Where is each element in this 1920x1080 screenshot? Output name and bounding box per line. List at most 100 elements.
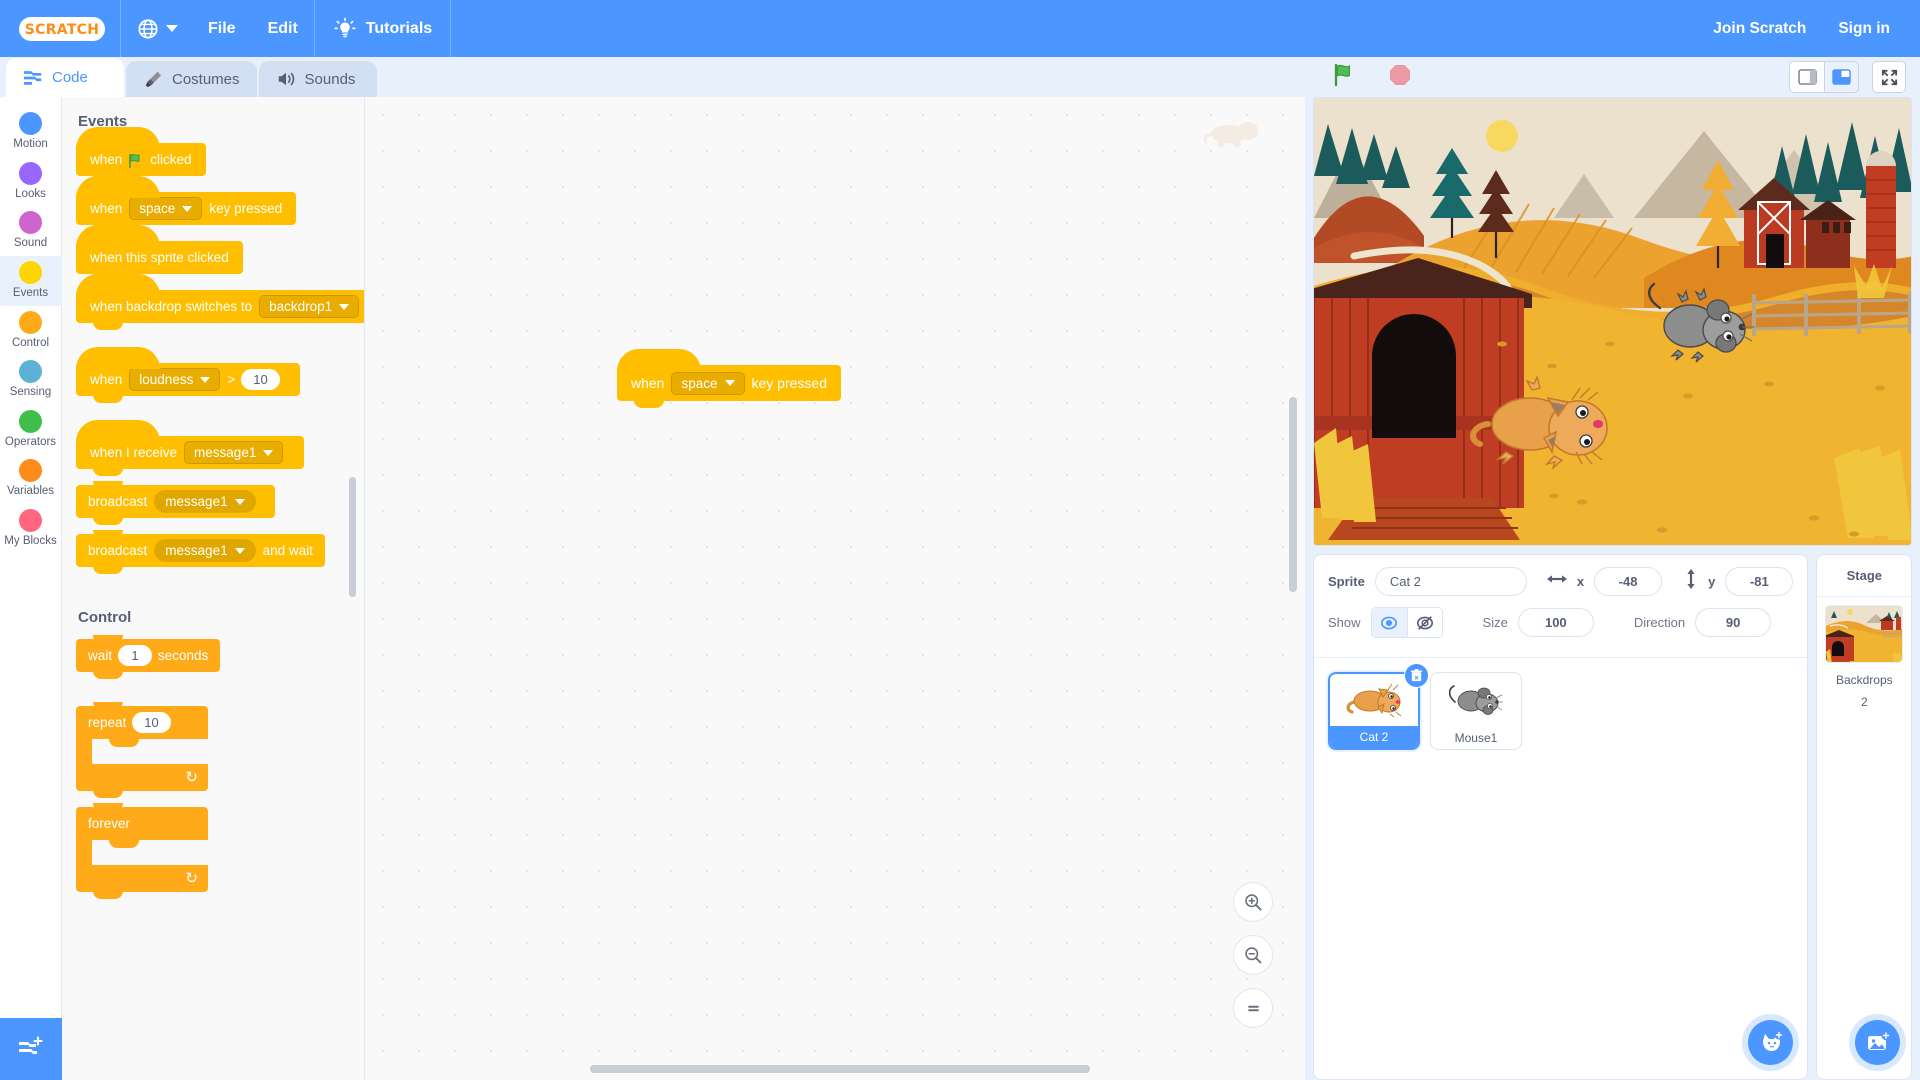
category-looks[interactable]: Looks: [0, 157, 62, 207]
workspace-horizontal-scrollbar[interactable]: [590, 1065, 1090, 1073]
stage-backdrop-farm: [1314, 98, 1911, 545]
x-input[interactable]: -48: [1594, 567, 1663, 596]
palette-block-when-loudness[interactable]: when loudness > 10: [76, 347, 300, 403]
tutorials-button[interactable]: Tutorials: [315, 0, 450, 57]
language-selector[interactable]: [121, 0, 192, 57]
sprite-card-cat-2-label: Cat 2: [1330, 726, 1418, 748]
palette-block-wait-seconds[interactable]: wait 1 seconds: [76, 635, 221, 679]
join-scratch-button[interactable]: Join Scratch: [1697, 0, 1822, 57]
palette-block-when-i-receive[interactable]: when I receive message1: [76, 420, 305, 476]
small-stage-button[interactable]: [1790, 62, 1824, 92]
code-workspace[interactable]: when space key pressed: [365, 97, 1305, 1080]
category-sensing[interactable]: Sensing: [0, 355, 62, 405]
wait-seconds-input[interactable]: 1: [118, 645, 153, 666]
repeat-count-input[interactable]: 10: [132, 712, 171, 733]
workspace-vertical-scrollbar[interactable]: [1289, 397, 1297, 592]
tab-code[interactable]: Code: [6, 58, 124, 97]
category-variables[interactable]: Variables: [0, 454, 62, 504]
large-stage-button[interactable]: [1824, 62, 1858, 92]
ws-key-dropdown-value: space: [681, 375, 718, 391]
stage-thumbnail[interactable]: [1825, 605, 1904, 663]
control-color-dot: [19, 310, 42, 334]
loop-arrow-icon: ↻: [185, 870, 198, 887]
y-input[interactable]: -81: [1725, 567, 1794, 596]
palette-block-when-key-pressed[interactable]: when space key pressed: [76, 176, 297, 232]
stop-button[interactable]: [1387, 62, 1413, 93]
ws-when-pre: when: [631, 375, 665, 391]
loudness-dropdown[interactable]: loudness: [129, 368, 221, 391]
x-label: x: [1576, 574, 1585, 589]
sprite-info-row-2: Show Size 100 Direction 90: [1328, 607, 1793, 638]
message-dropdown[interactable]: message1: [184, 441, 284, 464]
palette-block-when-backdrop-switches[interactable]: when backdrop switches to backdrop1: [76, 274, 364, 330]
horizontal-arrow-icon: [1546, 572, 1567, 591]
menu-divider-3: [450, 0, 452, 57]
add-backdrop-button[interactable]: [1855, 1020, 1901, 1065]
zoom-reset-button[interactable]: [1233, 988, 1273, 1028]
palette-block-broadcast[interactable]: broadcast message1: [76, 481, 275, 525]
workspace-block-body[interactable]: when space key pressed: [617, 349, 841, 408]
key-dropdown-value: space: [139, 201, 176, 216]
zoom-in-button[interactable]: [1233, 882, 1273, 922]
hide-sprite-button[interactable]: [1406, 608, 1442, 637]
when-flag-post: clicked: [150, 152, 192, 167]
workspace-script-when-key-pressed[interactable]: when space key pressed: [617, 349, 841, 408]
loudness-threshold-input[interactable]: 10: [241, 369, 280, 390]
trash-delete-icon: x: [1410, 668, 1423, 681]
stage-size-button-group: [1789, 61, 1859, 93]
scratch-logo[interactable]: SCRATCH: [18, 11, 106, 47]
backdrop-switch-pre: when backdrop switches to: [90, 299, 253, 314]
backdrop-dropdown[interactable]: backdrop1: [259, 295, 360, 318]
key-dropdown[interactable]: space: [129, 197, 203, 220]
scratch-editor: SCRATCH File Edit Tutorials Join Scratch…: [0, 0, 1920, 1080]
sprite-name-input[interactable]: Cat 2: [1374, 567, 1527, 596]
block-palette-inner: Events when clicked when space key press…: [62, 97, 364, 1080]
category-my-blocks[interactable]: My Blocks: [0, 504, 62, 554]
add-extension-button[interactable]: [0, 1018, 62, 1080]
y-label: y: [1708, 574, 1716, 589]
show-sprite-button[interactable]: [1371, 608, 1407, 637]
palette-block-when-flag-clicked[interactable]: when clicked: [76, 127, 206, 183]
category-control-label: Control: [11, 336, 50, 349]
stage-display[interactable]: [1313, 97, 1912, 546]
category-events[interactable]: Events: [0, 255, 62, 306]
stage-controls-bar: [1305, 57, 1920, 97]
sprite-card-mouse1[interactable]: Mouse1: [1430, 672, 1522, 750]
broadcast-wait-message-value: message1: [165, 543, 228, 558]
category-control[interactable]: Control: [0, 306, 62, 356]
tab-sounds[interactable]: Sounds: [258, 61, 377, 97]
palette-block-broadcast-and-wait[interactable]: broadcast message1 and wait: [76, 530, 325, 574]
palette-scrollbar[interactable]: [349, 477, 356, 597]
tab-sounds-label: Sounds: [304, 70, 356, 88]
sprite-card-cat-2[interactable]: x Cat 2: [1328, 663, 1429, 750]
palette-block-when-sprite-clicked[interactable]: when this sprite clicked: [76, 225, 243, 281]
menu-edit[interactable]: Edit: [252, 0, 314, 57]
green-flag-icon: [1334, 63, 1351, 86]
looks-color-dot: [19, 161, 42, 185]
menu-file[interactable]: File: [192, 0, 252, 57]
globe-icon: [138, 18, 158, 39]
size-input[interactable]: 100: [1517, 608, 1594, 637]
category-motion[interactable]: Motion: [0, 107, 62, 157]
sprite-thumbnail-list: x Cat 2 Mouse1: [1314, 658, 1807, 1079]
category-operators[interactable]: Operators: [0, 405, 62, 455]
ws-key-dropdown[interactable]: space: [671, 371, 745, 395]
zoom-out-button[interactable]: [1233, 935, 1273, 975]
palette-block-forever[interactable]: forever ↻: [76, 807, 208, 899]
broadcast-message-dropdown[interactable]: message1: [154, 490, 256, 513]
fullscreen-button[interactable]: [1872, 61, 1906, 93]
tab-costumes[interactable]: Costumes: [126, 61, 257, 97]
events-color-dot: [19, 260, 42, 284]
broadcast-wait-message-dropdown[interactable]: message1: [154, 539, 256, 562]
add-sprite-button[interactable]: [1748, 1020, 1794, 1065]
sign-in-button[interactable]: Sign in: [1822, 0, 1906, 57]
tutorials-label: Tutorials: [365, 19, 433, 37]
category-sound[interactable]: Sound: [0, 206, 62, 256]
palette-block-repeat[interactable]: repeat 10 ↻: [76, 706, 208, 798]
when-key-post: key pressed: [209, 201, 283, 216]
block-palette[interactable]: Events when clicked when space key press…: [62, 97, 365, 1080]
sprite-panel: Sprite Cat 2 x -48 y -81 Show Size 100 D…: [1313, 554, 1913, 1080]
direction-input[interactable]: 90: [1695, 608, 1772, 637]
green-flag-button[interactable]: [1331, 62, 1357, 93]
delete-sprite-button[interactable]: x: [1404, 663, 1429, 688]
